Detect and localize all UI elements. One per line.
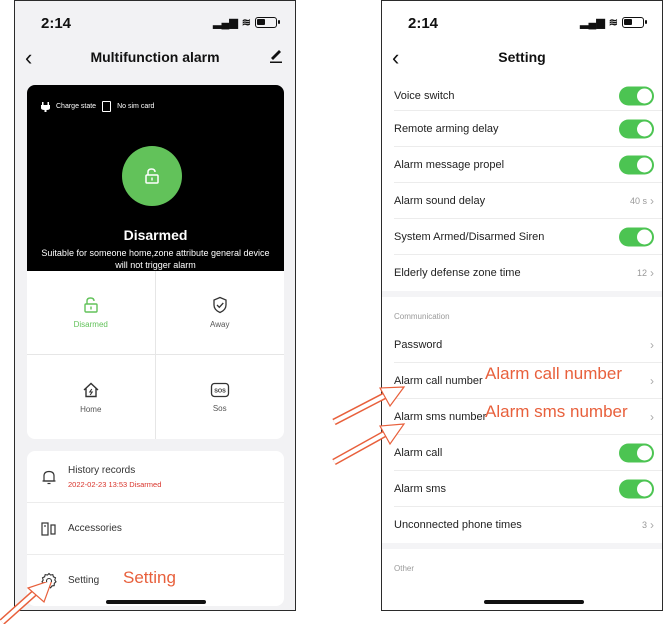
setting-label: Setting — [68, 575, 100, 586]
section-header-other: Other — [394, 564, 415, 573]
setting-row-alarm-sound-delay[interactable]: Alarm sound delay 40 s › — [394, 183, 662, 219]
status-time: 2:14 — [408, 15, 439, 32]
setting-label: Alarm message propel — [394, 158, 505, 171]
sim-label: No sim card — [117, 103, 155, 110]
accessories-icon — [41, 521, 56, 536]
annotation-arrow-setting — [0, 582, 52, 624]
home-indicator — [484, 600, 584, 604]
setting-label: System Armed/Disarmed Siren — [394, 230, 545, 243]
accessories-label: Accessories — [68, 523, 122, 534]
card-indicators: Charge state No sim card — [41, 101, 154, 112]
setting-row-alarm-call[interactable]: Alarm call — [394, 435, 662, 471]
left-phone-screen: 2:14 ▂▄▆ ≋ ‹ Multifunction alarm Charge … — [14, 0, 296, 611]
setting-label: Alarm call number — [394, 374, 483, 387]
annotation-alarm-sms-number: Alarm sms number — [485, 402, 628, 421]
nav-bar: ‹ Setting — [382, 41, 662, 77]
mode-grid: Disarmed Away Home SOS Sos — [27, 271, 284, 439]
battery-icon — [622, 17, 647, 28]
status-bar: 2:14 ▂▄▆ ≋ — [382, 1, 662, 41]
mode-label: Away — [210, 320, 230, 329]
history-latest: 2022-02-23 13:53 Disarmed — [68, 479, 162, 489]
annotation-alarm-call-number: Alarm call number — [485, 364, 622, 383]
status-bar: 2:14 ▂▄▆ ≋ — [15, 1, 295, 41]
setting-label: Voice switch — [394, 89, 455, 102]
setting-row-system-siren[interactable]: System Armed/Disarmed Siren — [394, 219, 662, 255]
sos-icon: SOS — [210, 382, 229, 397]
signal-icon: ▂▄▆ — [213, 17, 238, 29]
setting-label: Remote arming delay — [394, 122, 499, 135]
charge-state-label: Charge state — [56, 103, 97, 110]
plug-icon — [41, 101, 50, 112]
mode-home-button[interactable]: Home — [27, 355, 156, 439]
edit-icon[interactable] — [269, 47, 283, 68]
nav-bar: ‹ Multifunction alarm — [15, 41, 295, 77]
signal-icon: ▂▄▆ — [580, 17, 605, 29]
state-title: Disarmed — [123, 227, 188, 243]
sim-card-icon — [102, 101, 112, 112]
setting-row-unconnected-phone-times[interactable]: Unconnected phone times 3 › — [394, 507, 662, 543]
shield-check-icon — [213, 296, 227, 314]
setting-label: Alarm sound delay — [394, 194, 486, 207]
setting-row-voice-switch[interactable]: Voice switch — [394, 81, 662, 111]
mode-away-button[interactable]: Away — [155, 271, 284, 355]
status-icons: ▂▄▆ ≋ — [213, 16, 280, 29]
battery-icon — [255, 17, 280, 28]
mode-sos-button[interactable]: SOS Sos — [156, 355, 285, 439]
chevron-right-icon: › — [650, 266, 654, 280]
toggle-switch[interactable] — [619, 479, 654, 498]
toggle-switch[interactable] — [619, 86, 654, 105]
wifi-icon: ≋ — [608, 17, 618, 29]
bell-icon — [42, 470, 56, 484]
annotation-arrows-numbers — [332, 386, 406, 466]
unlock-icon — [145, 168, 159, 184]
section-header-communication: Communication — [394, 312, 450, 321]
chevron-right-icon: › — [650, 373, 654, 388]
chevron-right-icon: › — [650, 409, 654, 424]
alarm-status-card: Charge state No sim card Disarmed Suitab… — [27, 85, 284, 271]
status-time: 2:14 — [41, 15, 72, 32]
toggle-switch[interactable] — [619, 443, 654, 462]
toggle-switch[interactable] — [619, 155, 654, 174]
page-title: Setting — [498, 49, 546, 65]
mode-disarmed-button[interactable]: Disarmed — [27, 271, 156, 355]
home-icon — [83, 382, 99, 397]
annotation-setting: Setting — [123, 568, 176, 587]
mode-label: Sos — [212, 403, 227, 413]
setting-row-elderly-defense-zone-time[interactable]: Elderly defense zone time 12 › — [394, 255, 662, 291]
setting-row-alarm-sms[interactable]: Alarm sms — [394, 471, 662, 507]
history-label: History records — [68, 464, 136, 476]
chevron-right-icon: › — [650, 518, 654, 532]
setting-label: Alarm sms — [394, 482, 446, 495]
setting-row-remote-arming-delay[interactable]: Remote arming delay — [394, 111, 662, 147]
state-description: Suitable for someone home,zone attribute… — [41, 248, 270, 270]
chevron-right-icon: › — [650, 193, 654, 208]
unlock-icon — [84, 297, 98, 313]
accessories-item[interactable]: Accessories — [27, 503, 284, 555]
toggle-switch[interactable] — [619, 119, 654, 138]
setting-value: 40 s — [629, 195, 647, 206]
wifi-icon: ≋ — [241, 17, 251, 29]
toggle-switch[interactable] — [619, 227, 654, 246]
svg-text:SOS: SOS — [214, 388, 226, 394]
setting-label: Password — [394, 338, 443, 351]
chevron-right-icon: › — [650, 337, 654, 352]
setting-label: Unconnected phone times — [394, 519, 522, 531]
disarmed-status-button[interactable] — [122, 146, 182, 206]
setting-row-alarm-message-propel[interactable]: Alarm message propel — [394, 147, 662, 183]
page-title: Multifunction alarm — [90, 49, 220, 65]
home-indicator — [106, 600, 206, 604]
setting-value: 3 — [641, 520, 647, 530]
setting-label: Elderly defense zone time — [394, 267, 521, 279]
mode-label: Disarmed — [73, 320, 108, 329]
mode-label: Home — [80, 404, 102, 414]
settings-list: Voice switch Remote arming delay Alarm m… — [382, 81, 662, 579]
right-phone-screen: 2:14 ▂▄▆ ≋ ‹ Setting Voice switch Remote… — [381, 0, 663, 611]
setting-row-password[interactable]: Password › — [394, 327, 662, 363]
history-records-item[interactable]: History records 2022-02-23 13:53 Disarme… — [27, 451, 284, 503]
setting-value: 12 — [636, 268, 647, 278]
status-icons: ▂▄▆ ≋ — [580, 16, 647, 29]
